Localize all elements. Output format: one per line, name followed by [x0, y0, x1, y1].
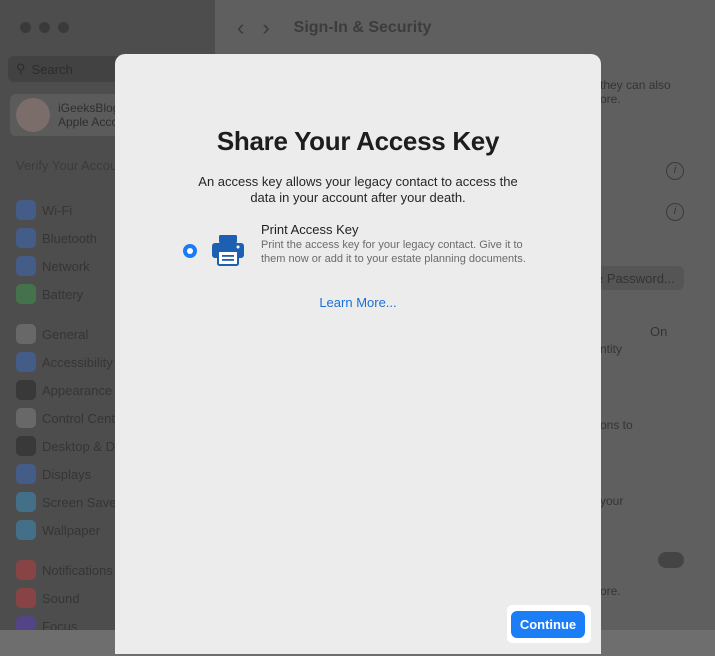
sidebar-item-label: Focus: [42, 618, 78, 631]
close-window-button[interactable]: [20, 22, 31, 33]
sidebar-item-icon: [16, 492, 36, 512]
sidebar-item-label: Sound: [42, 590, 80, 606]
background-text: ntity: [600, 342, 623, 356]
sidebar-item-icon: [16, 408, 36, 428]
sidebar-item-icon: [16, 284, 36, 304]
info-icon[interactable]: i: [666, 162, 684, 180]
sidebar-item-icon: [16, 588, 36, 608]
sidebar-item-label: Notifications: [42, 562, 113, 578]
sidebar-item-icon: [16, 436, 36, 456]
zoom-window-button[interactable]: [58, 22, 69, 33]
sidebar-item-icon: [16, 228, 36, 248]
share-access-key-sheet: Share Your Access Key An access key allo…: [115, 54, 601, 654]
background-text: they can also: [600, 78, 671, 92]
sheet-description: An access key allows your legacy contact…: [198, 174, 518, 205]
sidebar-item-label: Accessibility: [42, 354, 113, 370]
search-icon: ⚲: [16, 61, 26, 76]
option-title: Print Access Key: [261, 222, 359, 237]
sidebar-item-label: Screen Saver: [42, 494, 121, 510]
window-controls: [20, 22, 69, 33]
sidebar-item-icon: [16, 616, 36, 630]
sidebar-item-label: Wi-Fi: [42, 202, 73, 218]
change-password-button[interactable]: e Password...: [590, 266, 684, 290]
info-icon[interactable]: i: [666, 203, 684, 221]
search-placeholder: Search: [31, 61, 73, 77]
background-text: ons to: [600, 418, 633, 432]
background-text: your: [600, 494, 624, 508]
chevron-left-icon[interactable]: ‹: [237, 15, 244, 41]
verify-account-link[interactable]: Verify Your Account: [16, 158, 128, 173]
print-access-key-radio[interactable]: [183, 244, 197, 258]
learn-more-link[interactable]: Learn More...: [115, 295, 601, 310]
sidebar-item-label: Wallpaper: [42, 522, 101, 538]
sidebar-item-label: General: [42, 326, 89, 342]
background-content: they can also ore. i i e Password... On …: [590, 0, 715, 630]
sidebar-item-icon: [16, 520, 36, 540]
sidebar-item-icon: [16, 324, 36, 344]
chevron-right-icon[interactable]: ›: [262, 15, 269, 41]
sidebar-item-label: Displays: [42, 466, 92, 482]
on-label: On: [650, 324, 668, 339]
sidebar-item-icon: [16, 256, 36, 276]
sidebar-item-icon: [16, 380, 36, 400]
sidebar-item-label: Network: [42, 258, 90, 274]
sidebar-item-label: Appearance: [42, 382, 113, 398]
continue-button[interactable]: Continue: [511, 611, 585, 638]
sidebar-item-label: Control Centre: [42, 410, 127, 426]
print-access-key-option[interactable]: Print Access Key Print the access key fo…: [181, 222, 541, 282]
sidebar-item-icon: [16, 200, 36, 220]
printer-icon: [212, 235, 244, 266]
sheet-title: Share Your Access Key: [216, 126, 500, 156]
sidebar-item-label: Battery: [42, 286, 84, 302]
background-text: ore.: [600, 584, 621, 598]
toggle-switch[interactable]: [658, 552, 684, 568]
minimize-window-button[interactable]: [39, 22, 50, 33]
sidebar-item-label: Bluetooth: [42, 230, 97, 246]
sidebar-item-icon: [16, 464, 36, 484]
avatar: [16, 98, 50, 132]
sidebar-item-icon: [16, 560, 36, 580]
option-description: Print the access key for your legacy con…: [261, 239, 526, 265]
sidebar-item-icon: [16, 352, 36, 372]
background-text: ore.: [600, 92, 621, 106]
page-title: Sign-In & Security: [293, 19, 432, 36]
